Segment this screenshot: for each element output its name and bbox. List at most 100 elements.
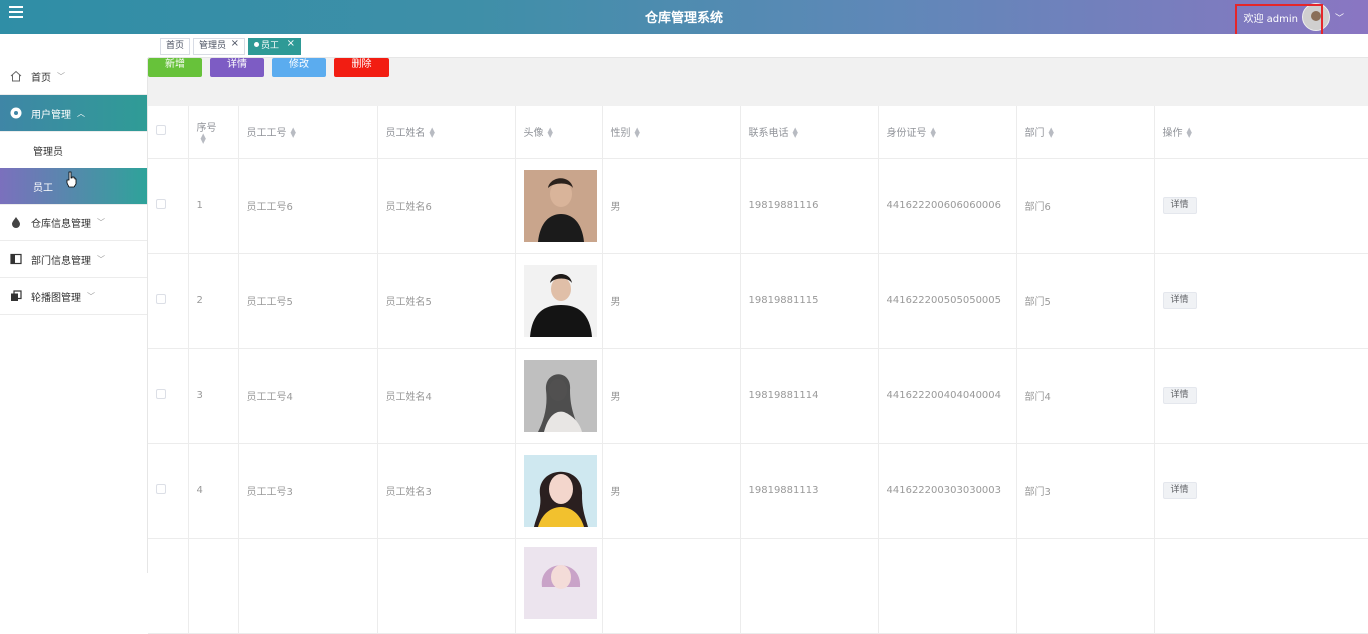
close-icon[interactable]: × [287, 36, 295, 51]
edit-button[interactable]: 修改 [272, 58, 326, 77]
sort-icon[interactable]: ▲ ▼ [1049, 127, 1054, 139]
phone-cell: 19819881115 [740, 253, 879, 349]
department-cell: 部门5 [1016, 253, 1155, 349]
row-select-cell [148, 158, 189, 254]
delete-button[interactable]: 删除 [334, 58, 389, 77]
toolbar: 新增 详情 修改 删除 [148, 58, 1368, 106]
phone-cell [740, 538, 879, 634]
row-checkbox[interactable] [156, 389, 166, 399]
tag-label: 管理员 [199, 41, 227, 51]
employee-no-cell [238, 538, 378, 634]
home-icon [10, 70, 22, 82]
sort-icon[interactable]: ▲ ▼ [931, 127, 936, 139]
table-row[interactable] [148, 538, 1368, 634]
column-header[interactable]: 员工工号 ▲ ▼ [238, 106, 378, 159]
hand-cursor-icon [66, 171, 77, 188]
column-label: 员工工号 [246, 128, 287, 140]
tag-employee[interactable]: 员工 × [248, 38, 301, 55]
main-content: 新增 详情 修改 删除 序号 ▲ ▼ 员工工号 ▲ ▼ 员工姓名 ▲ ▼ 头像 ▲ ▼ 性别 ▲ ▼… [148, 58, 1368, 634]
column-header[interactable]: 部门 ▲ ▼ [1016, 106, 1155, 159]
operation-cell: 详情 [1154, 348, 1368, 444]
employee-photo[interactable] [523, 454, 597, 527]
sort-icon[interactable]: ▲ ▼ [430, 127, 435, 139]
column-header[interactable]: 员工姓名 ▲ ▼ [377, 106, 516, 159]
column-header[interactable]: 头像 ▲ ▼ [515, 106, 603, 159]
column-header[interactable]: 性别 ▲ ▼ [602, 106, 741, 159]
sort-icon[interactable]: ▲ ▼ [201, 132, 206, 144]
employee-name-cell: 员工姓名5 [377, 253, 516, 349]
column-label: 序号 [196, 122, 217, 134]
photo-cell [515, 348, 603, 444]
chevron-up-icon: ︿ [77, 108, 85, 118]
operation-cell [1154, 538, 1368, 634]
column-label: 性别 [610, 128, 631, 140]
sidebar-item-warehouse[interactable]: 仓库信息管理 ﹀ [0, 204, 147, 241]
sort-icon[interactable]: ▲ ▼ [1187, 127, 1192, 139]
photo-cell [515, 538, 603, 634]
sidebar: 首页 ﹀ 用户管理 ︿ 管理员 员工 仓库信息管理 ﹀ 部门信息管理 ﹀ 轮播图… [0, 58, 148, 573]
employee-photo[interactable] [523, 546, 597, 619]
select-all-checkbox[interactable] [156, 125, 166, 136]
sidebar-item-carousel[interactable]: 轮播图管理 ﹀ [0, 278, 147, 315]
index-cell: 1 [188, 158, 239, 254]
row-detail-button[interactable]: 详情 [1162, 196, 1197, 214]
sidebar-item-department[interactable]: 部门信息管理 ﹀ [0, 241, 147, 278]
index-cell: 4 [188, 443, 239, 539]
row-select-cell [148, 348, 189, 444]
table-row[interactable]: 1 员工工号6 员工姓名6 男 19819881116 441622200606… [148, 158, 1368, 254]
tag-label: 员工 [261, 41, 280, 51]
id-card-cell: 441622200303030003 [878, 443, 1017, 539]
close-icon[interactable]: × [231, 36, 239, 51]
sidebar-item-label: 首页 [31, 72, 51, 84]
add-button[interactable]: 新增 [148, 58, 202, 77]
sidebar-item-label: 轮播图管理 [31, 292, 81, 304]
row-checkbox[interactable] [156, 199, 166, 209]
table-row[interactable]: 3 员工工号4 员工姓名4 男 19819881114 441622200404… [148, 348, 1368, 444]
tag-home[interactable]: 首页 [160, 38, 191, 55]
column-header[interactable]: 身份证号 ▲ ▼ [878, 106, 1017, 159]
sidebar-item-label: 用户管理 [31, 109, 71, 121]
detail-button[interactable]: 详情 [210, 58, 264, 77]
column-label: 身份证号 [886, 128, 927, 140]
sidebar-item-admin[interactable]: 管理员 [0, 132, 147, 169]
employee-photo[interactable] [523, 264, 597, 337]
sort-icon[interactable]: ▲ ▼ [793, 127, 798, 139]
sidebar-item-label: 管理员 [33, 147, 63, 158]
column-label: 头像 [523, 128, 544, 140]
chevron-down-icon[interactable]: ﹀ [1335, 11, 1344, 24]
employee-photo[interactable] [523, 359, 597, 432]
user-circle-icon [10, 107, 22, 119]
column-header[interactable]: 联系电话 ▲ ▼ [740, 106, 879, 159]
column-header[interactable]: 序号 ▲ ▼ [188, 106, 239, 159]
photo-cell [515, 158, 603, 254]
employee-name-cell: 员工姓名4 [377, 348, 516, 444]
tag-admin[interactable]: 管理员 × [193, 38, 245, 55]
row-detail-button[interactable]: 详情 [1162, 386, 1197, 404]
employee-no-cell: 员工工号3 [238, 443, 378, 539]
sidebar-item-employee[interactable]: 员工 [0, 168, 147, 205]
sort-icon[interactable]: ▲ ▼ [291, 127, 296, 139]
row-checkbox[interactable] [156, 294, 166, 304]
sort-icon[interactable]: ▲ ▼ [548, 127, 553, 139]
photo-cell [515, 253, 603, 349]
table-row[interactable]: 4 员工工号3 员工姓名3 男 19819881113 441622200303… [148, 443, 1368, 539]
operation-cell: 详情 [1154, 443, 1368, 539]
row-checkbox[interactable] [156, 484, 166, 494]
sort-icon[interactable]: ▲ ▼ [635, 127, 640, 139]
department-cell: 部门3 [1016, 443, 1155, 539]
sidebar-item-home[interactable]: 首页 ﹀ [0, 58, 147, 95]
row-detail-button[interactable]: 详情 [1162, 291, 1197, 309]
gender-cell: 男 [602, 158, 741, 254]
operation-cell: 详情 [1154, 158, 1368, 254]
column-label: 员工姓名 [385, 128, 426, 140]
row-detail-button[interactable]: 详情 [1162, 481, 1197, 499]
column-header[interactable]: 操作 ▲ ▼ [1154, 106, 1368, 159]
employee-photo[interactable] [523, 169, 597, 242]
employee-no-cell: 员工工号6 [238, 158, 378, 254]
copy-icon [10, 290, 22, 302]
select-all-cell [148, 106, 189, 159]
id-card-cell: 441622200404040004 [878, 348, 1017, 444]
chevron-down-icon: ﹀ [97, 254, 105, 264]
table-row[interactable]: 2 员工工号5 员工姓名5 男 19819881115 441622200505… [148, 253, 1368, 349]
sidebar-item-user-management[interactable]: 用户管理 ︿ [0, 95, 147, 132]
